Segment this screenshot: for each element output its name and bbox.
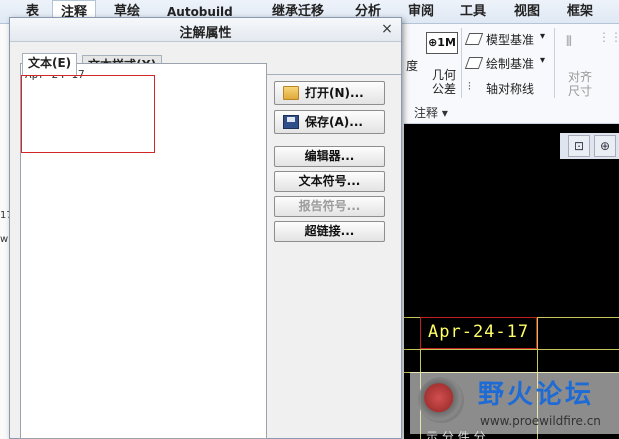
tab-tools[interactable]: 工具 bbox=[460, 0, 486, 24]
sketch-datum-button[interactable]: 绘制基准 bbox=[486, 55, 534, 72]
note-text-area[interactable]: Apr-24-17 bbox=[20, 63, 267, 439]
dialog-title: 注解属性 bbox=[179, 26, 232, 41]
model-datum-dropdown-icon[interactable]: ▾ bbox=[540, 31, 545, 42]
watermark-url: www.proewildfire.cn bbox=[480, 414, 601, 428]
close-icon[interactable]: × bbox=[379, 21, 395, 37]
tab-view[interactable]: 视图 bbox=[514, 0, 540, 24]
canvas-bottom-text: 示 分 件 分 ... bbox=[426, 430, 501, 439]
tab-text[interactable]: 文本(E) bbox=[22, 53, 78, 75]
editor-button[interactable]: 编辑器... bbox=[274, 146, 385, 167]
app-window: 表 注释 草绘 Autobuild 继承迁移 分析 审阅 工具 视图 框架 度 … bbox=[0, 0, 619, 439]
align-label-bottom: 尺寸 bbox=[568, 84, 593, 98]
dialog-titlebar[interactable]: 注解属性 × bbox=[10, 18, 401, 42]
floppy-disk-icon bbox=[283, 114, 299, 129]
drawing-annotation-text[interactable]: Apr-24-17 bbox=[428, 322, 529, 342]
degree-label: 度 bbox=[406, 59, 419, 73]
folder-icon bbox=[283, 85, 299, 100]
ribbon-extra-icon: ⋮⋮ bbox=[598, 30, 619, 44]
zoom-in-icon[interactable]: ⊕ bbox=[594, 135, 616, 157]
open-button[interactable]: 打开(N)... bbox=[274, 81, 385, 105]
sketch-datum-icon bbox=[464, 57, 484, 69]
report-symbol-button: 报告符号... bbox=[274, 196, 385, 217]
axis-symmetry-button[interactable]: 轴对称线 bbox=[486, 80, 534, 97]
background-text-fragment: w bbox=[0, 234, 9, 245]
tab-frame[interactable]: 框架 bbox=[567, 0, 593, 24]
watermark-title: 野火论坛 bbox=[478, 380, 595, 410]
axis-symmetry-icon: ⫶ bbox=[468, 80, 471, 93]
drawing-line bbox=[404, 349, 619, 350]
geo-tol-label-bottom: 公差 bbox=[432, 82, 457, 96]
model-datum-icon bbox=[464, 33, 484, 45]
align-dimension-icon: ⫴ bbox=[566, 34, 572, 50]
hyperlink-button[interactable]: 超链接... bbox=[274, 221, 385, 242]
group-dropdown-icon: ▾ bbox=[441, 106, 448, 120]
zoom-fit-icon[interactable]: ⊡ bbox=[568, 135, 590, 157]
ribbon-divider bbox=[461, 28, 462, 98]
watermark-logo-icon bbox=[418, 377, 464, 423]
annotation-group-label[interactable]: 注释 ▾ bbox=[414, 104, 448, 121]
geometric-tolerance-icon[interactable]: ⊕1M bbox=[426, 32, 458, 54]
sketch-datum-dropdown-icon[interactable]: ▾ bbox=[540, 55, 545, 66]
text-symbol-button[interactable]: 文本符号... bbox=[274, 171, 385, 192]
tab-review[interactable]: 审阅 bbox=[408, 0, 434, 24]
save-button[interactable]: 保存(A)... bbox=[274, 110, 385, 134]
model-datum-button[interactable]: 模型基准 bbox=[486, 31, 534, 48]
ribbon-divider bbox=[554, 28, 555, 98]
